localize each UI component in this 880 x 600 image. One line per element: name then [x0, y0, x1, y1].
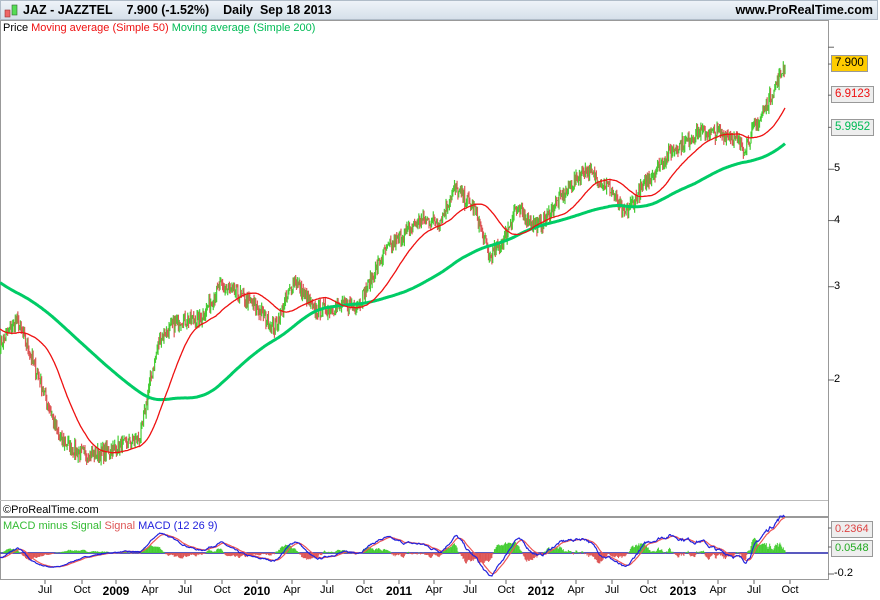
- x-tick: 2009: [102, 584, 130, 598]
- x-tick: Jul: [319, 584, 335, 596]
- x-tick: Apr: [283, 584, 301, 596]
- x-tick: Oct: [781, 584, 799, 596]
- x-tick: 2010: [243, 584, 271, 598]
- macd-legend: MACD minus Signal Signal MACD (12 26 9): [3, 520, 218, 532]
- y-tick: 3: [834, 280, 841, 292]
- x-tick: Apr: [425, 584, 443, 596]
- price-last-tag: 7.900: [831, 55, 868, 72]
- x-tick: Oct: [73, 584, 91, 596]
- price-legend: Price Moving average (Simple 50) Moving …: [3, 22, 316, 34]
- x-tick: Apr: [567, 584, 585, 596]
- macd-last-tag: 0.2364: [831, 521, 873, 538]
- y-tick: 5: [834, 162, 841, 174]
- x-tick: 2013: [669, 584, 697, 598]
- x-tick: Jul: [462, 584, 478, 596]
- macd-y-tick: -0.2: [834, 567, 853, 579]
- x-tick: Oct: [213, 584, 231, 596]
- price-chart: [0, 20, 834, 584]
- x-tick: 2012: [527, 584, 555, 598]
- x-tick: Jul: [177, 584, 193, 596]
- x-tick: Jul: [604, 584, 620, 596]
- x-tick: Apr: [141, 584, 159, 596]
- ma50-last-tag: 6.9123: [831, 86, 875, 103]
- y-tick: 2: [834, 373, 841, 385]
- x-tick: Jul: [746, 584, 762, 596]
- hist-last-tag: 0.0548: [831, 540, 873, 557]
- x-tick: Jul: [37, 584, 53, 596]
- x-tick: Apr: [709, 584, 727, 596]
- y-tick: 4: [834, 214, 841, 226]
- x-tick: Oct: [355, 584, 373, 596]
- copyright: ©ProRealTime.com: [3, 504, 99, 516]
- x-tick: 2011: [385, 584, 413, 598]
- ma200-last-tag: 5.9952: [831, 119, 875, 136]
- x-tick: Oct: [639, 584, 657, 596]
- price-panel-frame: [0, 20, 829, 517]
- x-tick: Oct: [497, 584, 515, 596]
